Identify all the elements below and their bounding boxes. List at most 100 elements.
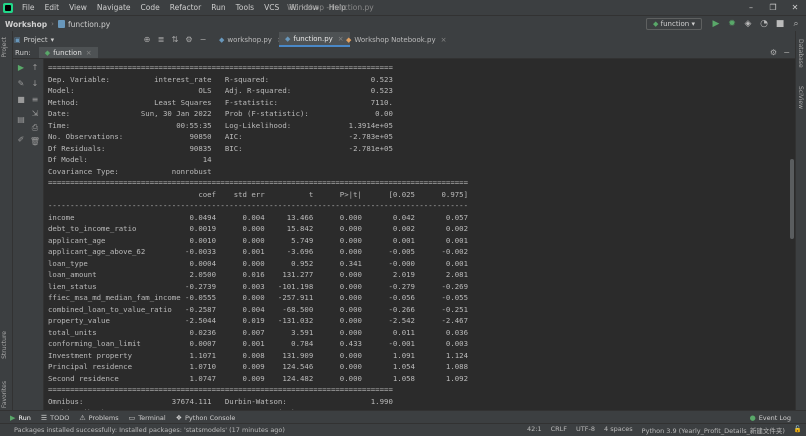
menu-tools[interactable]: Tools xyxy=(231,3,259,12)
stop-icon[interactable]: ■ xyxy=(774,19,786,29)
right-tool-strip: Database SciView xyxy=(795,31,806,411)
tab-label: workshop.py xyxy=(227,35,272,44)
console-text: ========================================… xyxy=(44,59,795,411)
project-panel-header[interactable]: ▣ Project ▾ xyxy=(14,36,84,44)
run-icon: ▶ xyxy=(10,413,16,422)
minimize-button[interactable]: – xyxy=(740,0,762,15)
print-icon[interactable]: ⎙ xyxy=(28,123,42,133)
bottom-tab-label: Python Console xyxy=(185,413,236,422)
delete-icon[interactable]: 🗑 xyxy=(28,137,42,147)
locate-icon[interactable]: ⊕ xyxy=(140,35,154,44)
run-console-output[interactable]: ========================================… xyxy=(44,59,795,411)
structure-tool-tab[interactable]: Structure xyxy=(1,331,8,359)
up-icon[interactable]: ↑ xyxy=(28,63,42,73)
file-encoding[interactable]: UTF-8 xyxy=(576,425,595,435)
python-file-icon: ◆ xyxy=(219,35,225,44)
soft-wrap-icon[interactable]: ≡ xyxy=(28,95,42,105)
menu-file[interactable]: File xyxy=(17,3,40,12)
run-tab-function[interactable]: ◆ function × xyxy=(38,47,98,58)
python-file-icon xyxy=(57,20,65,28)
console-line: Df Model: 14 xyxy=(48,155,212,164)
window-title: Workshop - function.py xyxy=(287,3,374,12)
maximize-button[interactable]: ❐ xyxy=(762,0,784,15)
favorites-tool-tab[interactable]: Favorites xyxy=(1,381,8,408)
console-line: lien_status -0.2739 0.003 -101.198 0.000… xyxy=(48,281,469,291)
pin-icon[interactable]: ✐ xyxy=(14,135,28,145)
chevron-down-icon: ▾ xyxy=(50,35,55,44)
hide-icon[interactable]: − xyxy=(196,35,210,44)
problems-icon: ⚠ xyxy=(79,413,86,422)
bottom-tab-label: TODO xyxy=(50,413,70,422)
sciview-tool-tab[interactable]: SciView xyxy=(797,86,804,109)
bottom-tab-run[interactable]: ▶ Run xyxy=(10,414,31,422)
rerun-icon[interactable]: ▶ xyxy=(14,63,28,73)
down-icon[interactable]: ↓ xyxy=(28,79,42,89)
python-run-icon: ◆ xyxy=(44,48,51,57)
close-window-button[interactable]: ✕ xyxy=(784,0,806,15)
terminal-icon: ▭ xyxy=(128,413,136,422)
editor-tab-bar: ▣ Project ▾ ⊕ ≣ ⇅ ⚙ − ◆ workshop.py × ◆ … xyxy=(0,32,806,48)
breadcrumb-project[interactable]: Workshop xyxy=(5,20,47,29)
menu-code[interactable]: Code xyxy=(136,3,165,12)
run-panel-label: Run: xyxy=(15,48,31,57)
menu-navigate[interactable]: Navigate xyxy=(92,3,136,12)
database-tool-tab[interactable]: Database xyxy=(797,39,804,68)
status-message[interactable]: Packages installed successfully: Install… xyxy=(14,426,285,434)
tab-workshop-notebook[interactable]: ◆ Workshop Notebook.py × xyxy=(340,32,452,47)
folder-icon: ▣ xyxy=(14,35,21,44)
menu-vcs[interactable]: VCS xyxy=(259,3,284,12)
stop-icon[interactable]: ■ xyxy=(14,95,28,105)
event-log-label: Event Log xyxy=(758,413,791,422)
settings-icon[interactable]: ⚙ xyxy=(182,35,196,44)
wrench-icon[interactable]: ✎ xyxy=(14,79,28,89)
caret-position[interactable]: 42:1 xyxy=(527,425,542,435)
python-interpreter[interactable]: Python 3.9 (Yearly_Profit_Details_新建文件夹) xyxy=(642,425,785,435)
bottom-tab-todo[interactable]: ☰ TODO xyxy=(41,414,70,422)
hide-panel-icon[interactable]: − xyxy=(783,48,790,57)
project-tool-tab[interactable]: Project xyxy=(1,37,8,58)
scroll-to-end-icon[interactable]: ⇲ xyxy=(28,109,42,119)
run-icon[interactable]: ▶ xyxy=(710,19,722,29)
breadcrumb-file[interactable]: function.py xyxy=(68,20,110,29)
menu-bar: File Edit View Navigate Code Refactor Run Tools… xyxy=(0,0,806,15)
console-line: Date: Sun, 30 Jan 2022 Prob (F-statistic… xyxy=(48,109,393,118)
close-icon[interactable]: × xyxy=(86,49,92,57)
python-run-icon: ◆ xyxy=(653,20,661,28)
console-line: Principal residence 1.0710 0.009 124.546… xyxy=(48,362,469,371)
debug-icon[interactable]: ✹ xyxy=(726,19,738,29)
indent-setting[interactable]: 4 spaces xyxy=(604,425,633,435)
tab-workshop-py[interactable]: ◆ workshop.py × xyxy=(213,32,289,47)
console-line: loan_type 0.0004 0.000 0.952 0.341 -0.00… xyxy=(48,258,469,268)
left-tool-strip: Project Structure Favorites xyxy=(0,31,13,411)
bottom-tab-terminal[interactable]: ▭ Terminal xyxy=(129,414,166,422)
lock-icon[interactable]: 🔓 xyxy=(794,425,802,435)
settings-icon[interactable]: ⚙ xyxy=(770,48,777,57)
bottom-tab-python-console[interactable]: ❖ Python Console xyxy=(176,414,236,422)
coverage-icon[interactable]: ◈ xyxy=(742,19,754,29)
search-icon[interactable]: ⌕ xyxy=(790,19,802,29)
line-separator[interactable]: CRLF xyxy=(551,425,567,435)
vertical-scrollbar[interactable] xyxy=(790,159,794,239)
run-config-selector[interactable]: ◆ function ▾ xyxy=(646,18,702,30)
expand-all-icon[interactable]: ≣ xyxy=(154,35,168,44)
close-icon[interactable]: × xyxy=(441,36,447,44)
menu-refactor[interactable]: Refactor xyxy=(165,3,206,12)
event-log-icon: ● xyxy=(749,413,756,422)
run-tab-label: function xyxy=(53,48,82,57)
pycharm-logo-icon xyxy=(3,2,13,13)
menu-view[interactable]: View xyxy=(64,3,92,12)
run-config-label: function xyxy=(660,20,690,28)
menu-run[interactable]: Run xyxy=(206,3,230,12)
run-toolbar: ▶ ↑ ✎ ↓ ■ ≡ ⇲ ▤ ⎙ ✐ 🗑 xyxy=(13,59,44,411)
bottom-tab-problems[interactable]: ⚠ Problems xyxy=(79,414,118,422)
menu-edit[interactable]: Edit xyxy=(40,3,65,12)
console-line: Investment property 1.1071 0.008 131.909… xyxy=(48,350,469,360)
event-log-tab[interactable]: ● Event Log xyxy=(750,414,791,422)
console-line: Method: Least Squares F-statistic: 7110. xyxy=(48,97,393,107)
profile-icon[interactable]: ◔ xyxy=(758,19,770,29)
collapse-all-icon[interactable]: ⇅ xyxy=(168,35,182,44)
console-line: applicant_age 0.0010 0.000 5.749 0.000 0… xyxy=(48,235,469,245)
restore-layout-icon[interactable]: ▤ xyxy=(14,115,28,125)
console-line: coef std err t P>|t| [0.025 0.975] xyxy=(48,189,469,199)
bottom-tab-label: Run xyxy=(18,413,31,422)
